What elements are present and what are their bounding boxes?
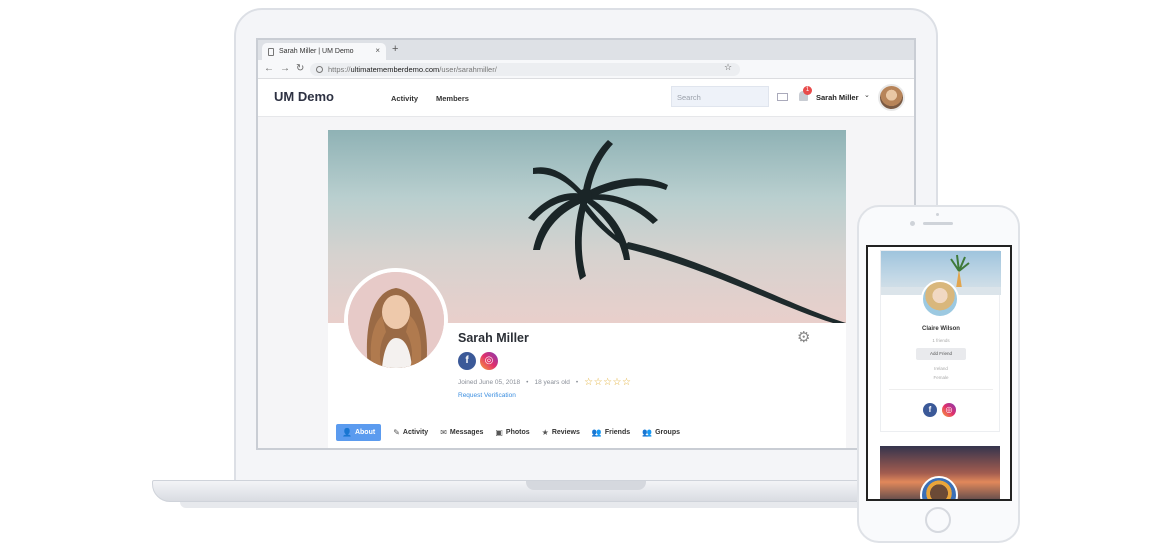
tab-label: Photos: [505, 428, 530, 436]
new-tab-button[interactable]: +: [392, 43, 398, 55]
phone-speaker: [923, 222, 953, 225]
phone-camera: [910, 221, 915, 226]
phone-home-button: [925, 507, 951, 533]
profile-tabs: 👤 About ✎ Activity ✉ Messages ▣ Photos ★ Revi…: [336, 423, 692, 441]
tab-close-icon[interactable]: ×: [375, 46, 380, 55]
meta-separator-dot: •: [526, 379, 529, 386]
profile-meta: Joined June 05, 2018 • 18 years old • ☆☆…: [458, 377, 631, 388]
tab-activity[interactable]: ✎ Activity: [393, 428, 428, 437]
user-icon: 👤: [342, 427, 352, 437]
avatar[interactable]: [878, 84, 905, 111]
forward-icon[interactable]: →: [280, 63, 290, 74]
chevron-down-icon[interactable]: ⌄: [864, 91, 870, 99]
add-friend-button[interactable]: Add Friend: [916, 348, 966, 360]
tab-label: Activity: [402, 428, 429, 436]
rating-stars: ☆☆☆☆☆: [584, 377, 632, 388]
profile-card: Sarah Miller ⚙ f ◎ Joined June 05, 2018 …: [328, 130, 846, 448]
phone-sensor: [936, 213, 939, 216]
instagram-icon[interactable]: ◎: [942, 403, 956, 417]
tab-label: Friends: [604, 428, 631, 436]
tab-label: Groups: [655, 428, 680, 436]
browser-tab[interactable]: Sarah Miller | UM Demo ×: [262, 43, 386, 60]
users-icon: 👥: [642, 427, 653, 437]
profile-photo[interactable]: [344, 268, 448, 372]
search-input[interactable]: Search: [671, 86, 769, 107]
request-verification-link[interactable]: Request Verification: [458, 392, 516, 399]
tab-reviews[interactable]: ★ Reviews: [542, 428, 580, 437]
url-input[interactable]: https:// ultimatememberdemo.com /user/sa…: [310, 63, 740, 76]
nav-activity[interactable]: Activity: [391, 94, 418, 103]
user-menu-name[interactable]: Sarah Miller: [816, 93, 859, 102]
tab-label: Messages: [449, 428, 484, 436]
gear-icon[interactable]: ⚙: [797, 330, 810, 345]
tab-label: About: [354, 428, 376, 436]
site-logo[interactable]: UM Demo: [274, 89, 334, 104]
info-icon: [316, 66, 323, 73]
site-header: UM Demo Activity Members Search 1 Sarah …: [258, 80, 914, 117]
mail-icon[interactable]: [777, 93, 788, 101]
browser-tabstrip: Sarah Miller | UM Demo × +: [258, 40, 914, 60]
member-name[interactable]: Claire Wilson: [881, 326, 1001, 332]
users-icon: 👥: [591, 427, 602, 437]
member-avatar[interactable]: [921, 280, 959, 318]
tab-about[interactable]: 👤 About: [336, 423, 382, 441]
divider: [889, 389, 993, 390]
nav-members[interactable]: Members: [436, 94, 469, 103]
notification-badge: 1: [803, 86, 812, 95]
star-icon: ★: [541, 427, 549, 437]
member-gender: Female: [933, 375, 949, 380]
member-country: Ireland: [934, 366, 948, 371]
document-icon: [268, 47, 274, 56]
profile-name: Sarah Miller: [458, 331, 529, 345]
tab-label: Reviews: [551, 428, 580, 436]
envelope-icon: ✉: [440, 427, 447, 437]
age-text: 18 years old: [534, 379, 570, 386]
member-card[interactable]: Claire Wilson 1 friends Add Friend Irela…: [880, 250, 1001, 432]
edit-icon: ✎: [393, 427, 400, 437]
instagram-icon[interactable]: ◎: [480, 352, 498, 370]
laptop-screen: Sarah Miller | UM Demo × + ← → ↻ https:/…: [256, 38, 916, 450]
image-icon: ▣: [495, 427, 503, 437]
address-bar: ← → ↻ https:// ultimatememberdemo.com /u…: [258, 60, 914, 79]
url-host: ultimatememberdemo.com: [350, 65, 440, 74]
facebook-icon[interactable]: f: [923, 403, 937, 417]
facebook-icon[interactable]: f: [458, 352, 476, 370]
member-friends-count: 1 friends: [932, 338, 950, 343]
meta-separator-dot: •: [575, 379, 579, 386]
back-icon[interactable]: ←: [264, 63, 274, 74]
laptop-notch: [526, 481, 646, 490]
tab-title: Sarah Miller | UM Demo: [279, 48, 354, 55]
bookmark-star-icon[interactable]: ☆: [724, 62, 732, 73]
tab-messages[interactable]: ✉ Messages: [440, 428, 483, 437]
tab-groups[interactable]: 👥 Groups: [642, 428, 680, 437]
tab-friends[interactable]: 👥 Friends: [592, 428, 630, 437]
phone-screen: Claire Wilson 1 friends Add Friend Irela…: [866, 245, 1012, 501]
url-path: /user/sarahmiller/: [439, 65, 497, 74]
joined-date: Joined June 05, 2018: [458, 379, 521, 386]
reload-icon[interactable]: ↻: [296, 63, 304, 74]
url-scheme: https://: [328, 65, 351, 74]
tab-photos[interactable]: ▣ Photos: [495, 428, 529, 437]
